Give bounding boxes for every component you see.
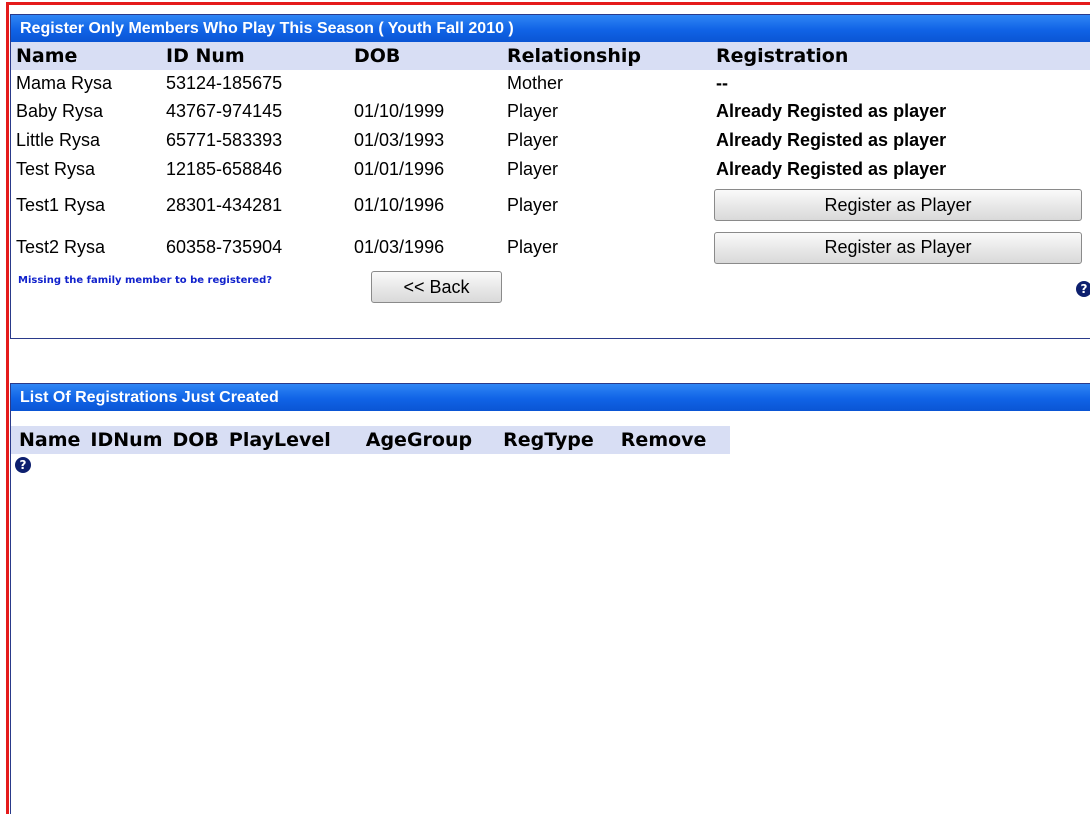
member-id: 28301-434281 <box>166 194 283 215</box>
member-id: 53124-185675 <box>166 73 283 93</box>
member-registration-cell: Register as Player <box>711 226 1090 269</box>
column-header-dob: DOB <box>167 426 224 454</box>
table-row: Test2 Rysa 60358-735904 01/03/1996 Playe… <box>11 226 1090 269</box>
member-dob: 01/10/1999 <box>354 101 445 121</box>
column-header-remove: Remove <box>615 426 731 454</box>
member-dob <box>349 70 502 97</box>
table-row: Test Rysa 12185-658846 01/01/1996 Player… <box>11 155 1090 184</box>
column-header-idnum: IDNum <box>85 426 168 454</box>
column-header-regtype: RegType <box>498 426 616 454</box>
member-dob: 01/03/1993 <box>354 130 445 150</box>
table-row: Little Rysa 65771-583393 01/03/1993 Play… <box>11 126 1090 155</box>
member-dob: 01/01/1996 <box>354 159 445 179</box>
table-row: Baby Rysa 43767-974145 01/10/1999 Player… <box>11 97 1090 126</box>
member-relationship: Player <box>507 101 559 121</box>
member-relationship: Player <box>507 159 559 179</box>
member-relationship: Player <box>507 237 559 257</box>
column-header-playlevel: PlayLevel <box>223 426 361 454</box>
member-name: Test1 Rysa <box>16 194 106 215</box>
member-id: 65771-583393 <box>166 130 283 150</box>
member-name: Baby Rysa <box>16 101 104 121</box>
column-header-relationship: Relationship <box>502 42 711 70</box>
member-dob: 01/03/1996 <box>354 237 445 257</box>
member-relationship: Mother <box>507 73 564 93</box>
column-header-registration: Registration <box>711 42 1090 70</box>
registrations-table: Name IDNum DOB PlayLevel AgeGroup RegTyp… <box>11 426 731 454</box>
column-header-id-num: ID Num <box>161 42 349 70</box>
member-registration-cell: Register as Player <box>711 184 1090 226</box>
back-button[interactable]: << Back <box>371 271 502 303</box>
register-as-player-button[interactable]: Register as Player <box>714 189 1082 221</box>
registrations-table-header: Name IDNum DOB PlayLevel AgeGroup RegTyp… <box>11 426 731 454</box>
register-as-player-button[interactable]: Register as Player <box>714 231 1082 264</box>
member-id: 43767-974145 <box>166 101 283 121</box>
column-header-name: Name <box>11 426 86 454</box>
members-table: Name ID Num DOB Relationship Registratio… <box>11 42 1090 269</box>
column-header-dob: DOB <box>349 42 502 70</box>
member-registration-status: Already Registed as player <box>716 159 947 179</box>
member-relationship: Player <box>507 130 559 150</box>
member-name: Little Rysa <box>16 130 101 150</box>
missing-family-member-link[interactable]: Missing the family member to be register… <box>18 275 272 286</box>
member-registration-status: Already Registed as player <box>716 130 947 150</box>
column-header-agegroup: AgeGroup <box>360 426 499 454</box>
column-header-name: Name <box>11 42 161 70</box>
members-panel-footer: Missing the family member to be register… <box>11 269 1090 309</box>
registrations-panel-title: List Of Registrations Just Created <box>11 384 1090 411</box>
member-name: Mama Rysa <box>16 73 113 93</box>
members-panel: Register Only Members Who Play This Seas… <box>10 14 1090 339</box>
member-dob: 01/10/1996 <box>354 194 445 215</box>
member-name: Test Rysa <box>16 159 96 179</box>
member-id: 12185-658846 <box>166 159 283 179</box>
members-table-header: Name ID Num DOB Relationship Registratio… <box>11 42 1090 70</box>
registrations-panel: List Of Registrations Just Created Name … <box>10 383 1090 814</box>
member-registration-status: -- <box>716 73 728 93</box>
question-circle-icon[interactable]: ? <box>1076 281 1090 297</box>
members-panel-title: Register Only Members Who Play This Seas… <box>11 15 1090 42</box>
table-row: Test1 Rysa 28301-434281 01/10/1996 Playe… <box>11 184 1090 226</box>
question-circle-icon[interactable]: ? <box>15 457 31 473</box>
table-row: Mama Rysa 53124-185675 Mother -- <box>11 70 1090 97</box>
member-id: 60358-735904 <box>166 237 283 257</box>
member-registration-status: Already Registed as player <box>716 101 947 121</box>
member-relationship: Player <box>507 194 559 215</box>
member-name: Test2 Rysa <box>16 237 106 257</box>
